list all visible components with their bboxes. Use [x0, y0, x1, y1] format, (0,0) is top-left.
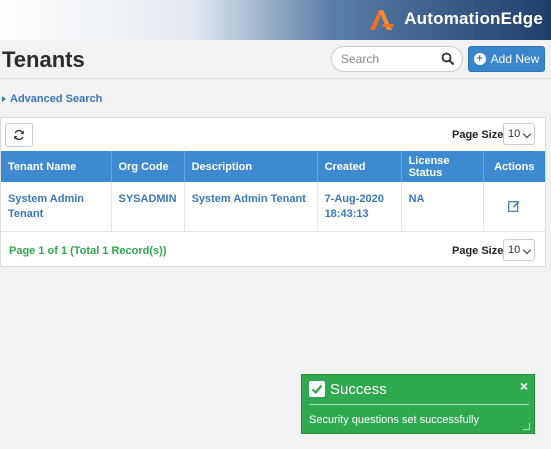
edit-icon[interactable] [508, 200, 520, 212]
plus-circle-icon: + [473, 53, 486, 65]
cell-actions [483, 182, 545, 232]
advanced-search-toggle[interactable]: Advanced Search [2, 93, 102, 105]
caret-right-icon [2, 96, 6, 102]
page-size-select-top[interactable]: 10 [503, 123, 535, 145]
tenants-table: Tenant Name Org Code Description Created… [1, 151, 545, 232]
cell-description: System Admin Tenant [184, 182, 318, 232]
tenants-panel: Page Size 10 Tenant Name Org Code Descri… [0, 117, 546, 267]
page-size-label-bottom: Page Size [452, 245, 504, 257]
resize-grip-icon [523, 423, 530, 430]
brand[interactable]: AutomationEdge [370, 6, 543, 32]
search-icon[interactable] [441, 52, 455, 66]
column-header-created[interactable]: Created [317, 151, 402, 182]
advanced-search-label: Advanced Search [10, 93, 103, 105]
pagination-summary: Page 1 of 1 (Total 1 Record(s)) [9, 245, 167, 257]
cell-created: 7-Aug-2020 18:43:13 [317, 182, 402, 232]
page-title: Tenants [2, 47, 85, 72]
search-input[interactable] [341, 52, 441, 66]
cell-license-status: NA [401, 182, 484, 232]
add-new-button[interactable]: + Add New [468, 46, 545, 72]
cell-org-code: SYSADMIN [111, 182, 185, 232]
automationedge-logo-icon [370, 10, 395, 30]
page-size-select-bottom[interactable]: 10 [503, 239, 535, 261]
success-toast: Success × Security questions set success… [301, 374, 535, 434]
toast-title: Success [330, 381, 387, 398]
column-header-tenant-name[interactable]: Tenant Name [1, 151, 112, 182]
refresh-icon [14, 129, 24, 141]
table-row: System Admin Tenant SYSADMIN System Admi… [1, 182, 545, 232]
column-header-org-code[interactable]: Org Code [111, 151, 185, 182]
toast-divider [309, 404, 529, 405]
column-header-license-status[interactable]: License Status [401, 151, 484, 182]
search-box[interactable] [331, 46, 463, 72]
tenant-name-line2: Tenant [8, 208, 44, 220]
toast-message: Security questions set successfully [309, 414, 479, 426]
chevron-down-icon [522, 245, 532, 255]
table-header-row: Tenant Name Org Code Description Created… [1, 151, 545, 182]
add-new-label: Add New [490, 52, 540, 66]
column-header-actions: Actions [483, 151, 545, 182]
cell-tenant-name[interactable]: System Admin Tenant [1, 182, 112, 232]
page-size-value-bottom: 10 [508, 244, 521, 256]
checkbox-check-icon [309, 381, 325, 397]
tenant-name-line1: System Admin [8, 193, 85, 205]
header-divider [0, 78, 551, 79]
column-header-description[interactable]: Description [184, 151, 318, 182]
toast-close-icon[interactable]: × [520, 378, 528, 394]
created-date: 7-Aug-2020 [324, 193, 384, 205]
chevron-down-icon [522, 129, 532, 139]
top-navbar: AutomationEdge [0, 0, 551, 40]
page-size-value-top: 10 [508, 128, 521, 140]
refresh-button[interactable] [5, 123, 33, 147]
page-size-label-top: Page Size [452, 129, 504, 141]
created-time: 18:43:13 [324, 208, 369, 220]
brand-name: AutomationEdge [404, 9, 543, 28]
